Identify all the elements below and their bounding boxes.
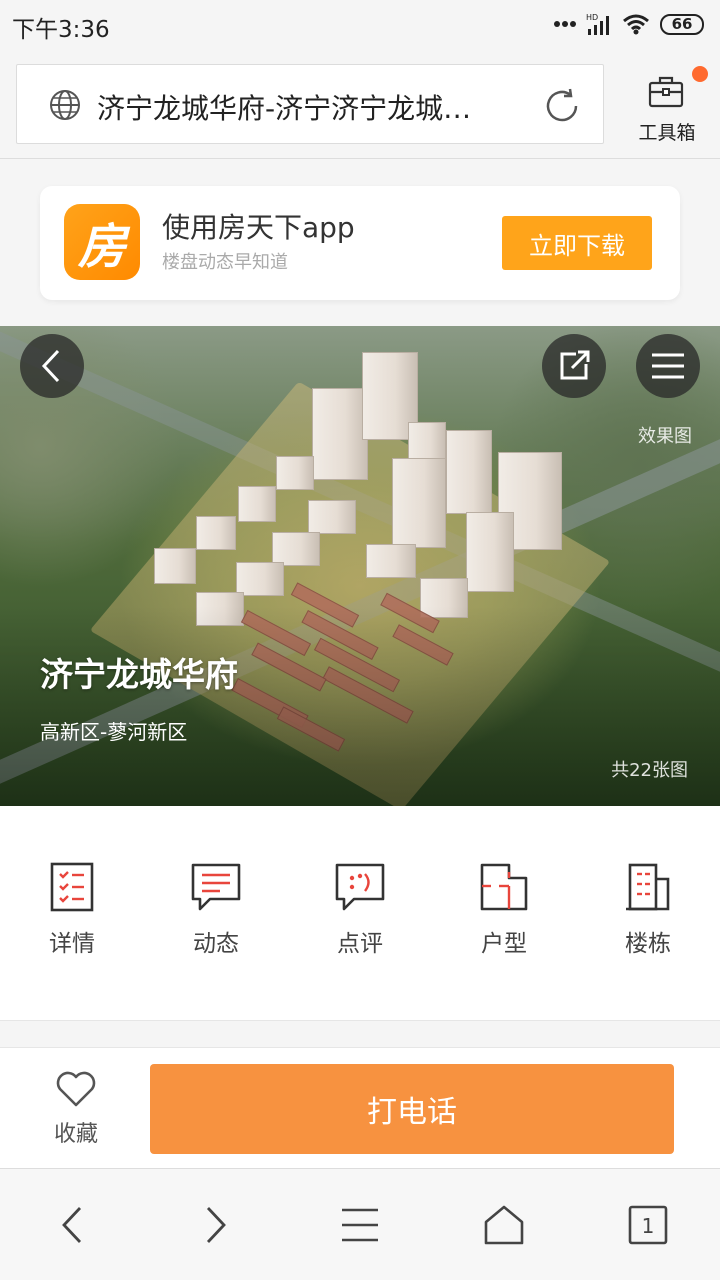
menu-icon xyxy=(652,353,684,379)
project-nav-grid: 详情 动态 点评 户型 楼栋 xyxy=(0,806,720,1020)
signal-icon: HD xyxy=(586,13,609,35)
browser-bottom-nav: 1 xyxy=(0,1168,720,1280)
tower xyxy=(392,458,446,548)
midrise xyxy=(236,562,284,596)
hamburger-menu-icon xyxy=(342,1208,378,1242)
rendering-label: 效果图 xyxy=(638,426,692,447)
building-icon xyxy=(626,863,670,911)
favorite-label: 收藏 xyxy=(53,1122,98,1147)
browser-back-button[interactable] xyxy=(48,1201,96,1249)
nav-item-details[interactable]: 详情 xyxy=(0,862,144,958)
details-list-icon xyxy=(50,862,94,912)
fang-app-logo: 房 xyxy=(64,204,140,280)
news-message-icon xyxy=(191,863,241,911)
project-area: 高新区-蓼河新区 xyxy=(40,720,188,744)
tower xyxy=(446,430,492,514)
download-app-button[interactable]: 立即下载 xyxy=(502,216,652,270)
tab-count: 1 xyxy=(642,1214,655,1238)
browser-tabs-button[interactable]: 1 xyxy=(624,1201,672,1249)
favorite-button[interactable]: 收藏 xyxy=(40,1070,112,1148)
header-divider xyxy=(0,158,720,159)
action-bar: 收藏 打电话 xyxy=(0,1048,720,1168)
hd-label: HD xyxy=(586,13,598,22)
nav-item-buildings[interactable]: 楼栋 xyxy=(576,862,720,958)
call-button[interactable]: 打电话 xyxy=(150,1064,674,1154)
menu-button[interactable] xyxy=(636,334,700,398)
heart-icon xyxy=(56,1071,96,1107)
nav-label: 楼栋 xyxy=(625,931,671,957)
browser-menu-button[interactable] xyxy=(336,1201,384,1249)
photo-count[interactable]: 共22张图 xyxy=(611,756,688,782)
address-bar[interactable]: 济宁龙城华府-济宁济宁龙城… xyxy=(16,64,604,144)
midrise xyxy=(154,548,196,584)
project-name: 济宁龙城华府 xyxy=(40,655,238,694)
midrise xyxy=(272,532,320,566)
toolbox-icon xyxy=(648,76,684,108)
chevron-left-icon xyxy=(62,1207,82,1243)
midrise xyxy=(276,456,314,490)
nav-label: 详情 xyxy=(49,931,95,957)
status-icons: HD 66 xyxy=(554,12,704,36)
app-download-banner[interactable]: 房 使用房天下app 楼盘动态早知道 立即下载 xyxy=(40,186,680,300)
nav-item-floorplan[interactable]: 户型 xyxy=(432,862,576,958)
tower xyxy=(312,388,368,480)
wifi-icon xyxy=(623,14,649,35)
more-dots-icon xyxy=(554,21,576,27)
url-title[interactable]: 济宁龙城华府-济宁济宁龙城… xyxy=(97,87,527,127)
toolbox-button[interactable]: 工具箱 xyxy=(624,66,710,144)
battery-indicator: 66 xyxy=(660,13,704,35)
nav-label: 户型 xyxy=(481,931,527,957)
midrise xyxy=(238,486,276,522)
back-button[interactable] xyxy=(20,334,84,398)
chevron-left-icon xyxy=(41,349,60,383)
floorplan-icon xyxy=(480,863,528,911)
midrise xyxy=(366,544,416,578)
toolbox-label: 工具箱 xyxy=(638,122,696,144)
app-banner-subtitle: 楼盘动态早知道 xyxy=(162,252,288,273)
section-separator xyxy=(0,1020,720,1048)
nav-item-reviews[interactable]: 点评 xyxy=(288,862,432,958)
chevron-right-icon xyxy=(206,1207,226,1243)
project-hero-image[interactable]: 效果图 济宁龙城华府 高新区-蓼河新区 共22张图 xyxy=(0,326,720,806)
tower xyxy=(466,512,514,592)
status-bar: 下午3:36 HD 66 xyxy=(0,0,720,50)
review-comment-icon xyxy=(335,863,385,911)
reload-icon[interactable] xyxy=(543,87,581,125)
nav-label: 动态 xyxy=(193,931,239,957)
browser-home-button[interactable] xyxy=(480,1201,528,1249)
globe-icon xyxy=(50,90,80,120)
share-icon xyxy=(560,350,590,380)
app-banner-title: 使用房天下app xyxy=(162,211,355,244)
midrise xyxy=(196,516,236,550)
midrise xyxy=(308,500,356,534)
nav-label: 点评 xyxy=(337,931,383,957)
home-icon xyxy=(484,1205,524,1245)
tabs-icon: 1 xyxy=(628,1205,668,1245)
browser-forward-button[interactable] xyxy=(192,1201,240,1249)
share-button[interactable] xyxy=(542,334,606,398)
notification-dot xyxy=(692,66,708,82)
status-time: 下午3:36 xyxy=(12,17,110,43)
nav-item-news[interactable]: 动态 xyxy=(144,862,288,958)
